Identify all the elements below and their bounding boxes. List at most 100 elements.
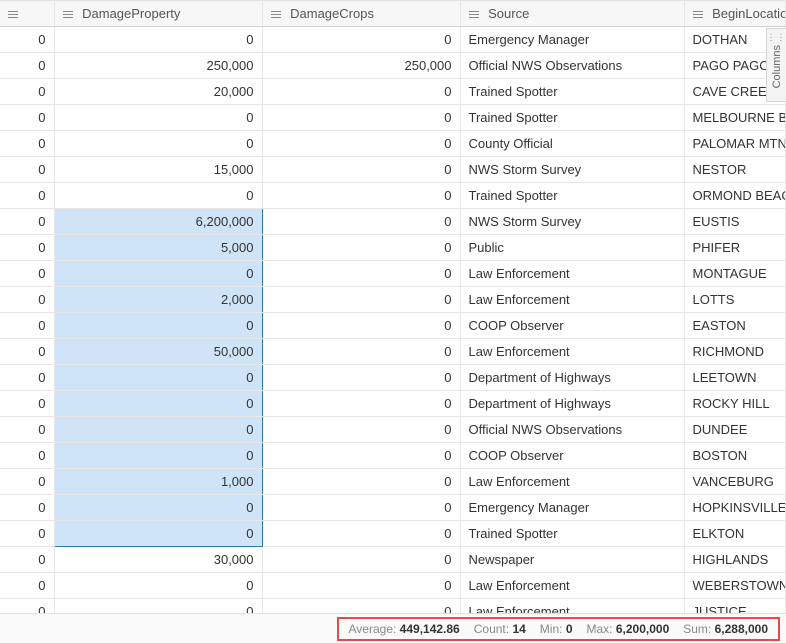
cell-index[interactable]: 0: [0, 235, 54, 261]
cell-source[interactable]: Public: [460, 235, 684, 261]
table-row[interactable]: 05,0000PublicPHIFER: [0, 235, 786, 261]
cell-damageproperty[interactable]: 15,000: [54, 157, 262, 183]
table-row[interactable]: 01,0000Law EnforcementVANCEBURG: [0, 469, 786, 495]
cell-index[interactable]: 0: [0, 417, 54, 443]
cell-index[interactable]: 0: [0, 599, 54, 614]
cell-beginlocation[interactable]: RICHMOND: [684, 339, 786, 365]
cell-source[interactable]: Law Enforcement: [460, 469, 684, 495]
cell-damagecrops[interactable]: 0: [262, 287, 460, 313]
cell-beginlocation[interactable]: ORMOND BEACH: [684, 183, 786, 209]
cell-damagecrops[interactable]: 0: [262, 157, 460, 183]
cell-source[interactable]: Trained Spotter: [460, 105, 684, 131]
cell-index[interactable]: 0: [0, 209, 54, 235]
cell-beginlocation[interactable]: PHIFER: [684, 235, 786, 261]
table-row[interactable]: 000Department of HighwaysLEETOWN: [0, 365, 786, 391]
cell-damageproperty[interactable]: 20,000: [54, 79, 262, 105]
table-row[interactable]: 000Law EnforcementMONTAGUE: [0, 261, 786, 287]
column-header-source[interactable]: Source: [460, 1, 684, 27]
table-row[interactable]: 030,0000NewspaperHIGHLANDS: [0, 547, 786, 573]
cell-source[interactable]: COOP Observer: [460, 443, 684, 469]
cell-index[interactable]: 0: [0, 469, 54, 495]
table-row[interactable]: 000COOP ObserverEASTON: [0, 313, 786, 339]
table-row[interactable]: 000Official NWS ObservationsDUNDEE: [0, 417, 786, 443]
cell-source[interactable]: Emergency Manager: [460, 495, 684, 521]
cell-beginlocation[interactable]: HIGHLANDS: [684, 547, 786, 573]
table-row[interactable]: 02,0000Law EnforcementLOTTS: [0, 287, 786, 313]
cell-damagecrops[interactable]: 0: [262, 105, 460, 131]
cell-source[interactable]: Law Enforcement: [460, 287, 684, 313]
cell-damageproperty[interactable]: 0: [54, 443, 262, 469]
column-header-damagecrops[interactable]: DamageCrops: [262, 1, 460, 27]
cell-damageproperty[interactable]: 0: [54, 599, 262, 614]
column-menu-icon[interactable]: [271, 10, 281, 20]
cell-damagecrops[interactable]: 0: [262, 365, 460, 391]
cell-source[interactable]: Official NWS Observations: [460, 53, 684, 79]
cell-damagecrops[interactable]: 0: [262, 261, 460, 287]
cell-damageproperty[interactable]: 6,200,000: [54, 209, 262, 235]
cell-index[interactable]: 0: [0, 391, 54, 417]
cell-source[interactable]: Trained Spotter: [460, 521, 684, 547]
cell-damagecrops[interactable]: 0: [262, 209, 460, 235]
cell-source[interactable]: Trained Spotter: [460, 183, 684, 209]
cell-damagecrops[interactable]: 0: [262, 495, 460, 521]
cell-source[interactable]: COOP Observer: [460, 313, 684, 339]
cell-damagecrops[interactable]: 0: [262, 391, 460, 417]
table-row[interactable]: 000Trained SpotterELKTON: [0, 521, 786, 547]
table-row[interactable]: 06,200,0000NWS Storm SurveyEUSTIS: [0, 209, 786, 235]
cell-beginlocation[interactable]: VANCEBURG: [684, 469, 786, 495]
cell-damagecrops[interactable]: 0: [262, 417, 460, 443]
cell-beginlocation[interactable]: MELBOURNE BEACH: [684, 105, 786, 131]
cell-source[interactable]: Department of Highways: [460, 391, 684, 417]
cell-damageproperty[interactable]: 2,000: [54, 287, 262, 313]
cell-damageproperty[interactable]: 1,000: [54, 469, 262, 495]
cell-damageproperty[interactable]: 0: [54, 105, 262, 131]
cell-damageproperty[interactable]: 250,000: [54, 53, 262, 79]
table-row[interactable]: 0250,000250,000Official NWS Observations…: [0, 53, 786, 79]
cell-index[interactable]: 0: [0, 443, 54, 469]
column-menu-icon[interactable]: [8, 10, 18, 20]
cell-damagecrops[interactable]: 0: [262, 573, 460, 599]
cell-index[interactable]: 0: [0, 183, 54, 209]
cell-source[interactable]: County Official: [460, 131, 684, 157]
column-menu-icon[interactable]: [693, 10, 703, 20]
cell-source[interactable]: Emergency Manager: [460, 27, 684, 53]
cell-source[interactable]: Official NWS Observations: [460, 417, 684, 443]
cell-damagecrops[interactable]: 250,000: [262, 53, 460, 79]
cell-index[interactable]: 0: [0, 573, 54, 599]
cell-damagecrops[interactable]: 0: [262, 131, 460, 157]
cell-beginlocation[interactable]: MONTAGUE: [684, 261, 786, 287]
cell-index[interactable]: 0: [0, 79, 54, 105]
cell-beginlocation[interactable]: PALOMAR MTN: [684, 131, 786, 157]
cell-beginlocation[interactable]: BOSTON: [684, 443, 786, 469]
cell-damagecrops[interactable]: 0: [262, 27, 460, 53]
cell-damageproperty[interactable]: 0: [54, 521, 262, 547]
cell-damagecrops[interactable]: 0: [262, 547, 460, 573]
data-grid[interactable]: DamageProperty DamageCrops Source BeginL…: [0, 0, 786, 613]
cell-index[interactable]: 0: [0, 131, 54, 157]
cell-damageproperty[interactable]: 0: [54, 27, 262, 53]
cell-source[interactable]: Newspaper: [460, 547, 684, 573]
cell-source[interactable]: Trained Spotter: [460, 79, 684, 105]
cell-damagecrops[interactable]: 0: [262, 443, 460, 469]
cell-damagecrops[interactable]: 0: [262, 469, 460, 495]
cell-source[interactable]: Law Enforcement: [460, 261, 684, 287]
column-menu-icon[interactable]: [63, 10, 73, 20]
cell-damagecrops[interactable]: 0: [262, 79, 460, 105]
column-header-index[interactable]: [0, 1, 54, 27]
table-row[interactable]: 000Law EnforcementJUSTICE: [0, 599, 786, 614]
table-row[interactable]: 000Emergency ManagerHOPKINSVILLE A: [0, 495, 786, 521]
table-row[interactable]: 000Trained SpotterORMOND BEACH: [0, 183, 786, 209]
cell-index[interactable]: 0: [0, 365, 54, 391]
column-menu-icon[interactable]: [469, 10, 479, 20]
cell-damagecrops[interactable]: 0: [262, 313, 460, 339]
cell-damageproperty[interactable]: 0: [54, 573, 262, 599]
table-row[interactable]: 000Trained SpotterMELBOURNE BEACH: [0, 105, 786, 131]
cell-index[interactable]: 0: [0, 157, 54, 183]
cell-damageproperty[interactable]: 0: [54, 261, 262, 287]
cell-damageproperty[interactable]: 50,000: [54, 339, 262, 365]
cell-beginlocation[interactable]: LEETOWN: [684, 365, 786, 391]
column-header-damageproperty[interactable]: DamageProperty: [54, 1, 262, 27]
cell-beginlocation[interactable]: DUNDEE: [684, 417, 786, 443]
cell-beginlocation[interactable]: LOTTS: [684, 287, 786, 313]
cell-damageproperty[interactable]: 0: [54, 365, 262, 391]
